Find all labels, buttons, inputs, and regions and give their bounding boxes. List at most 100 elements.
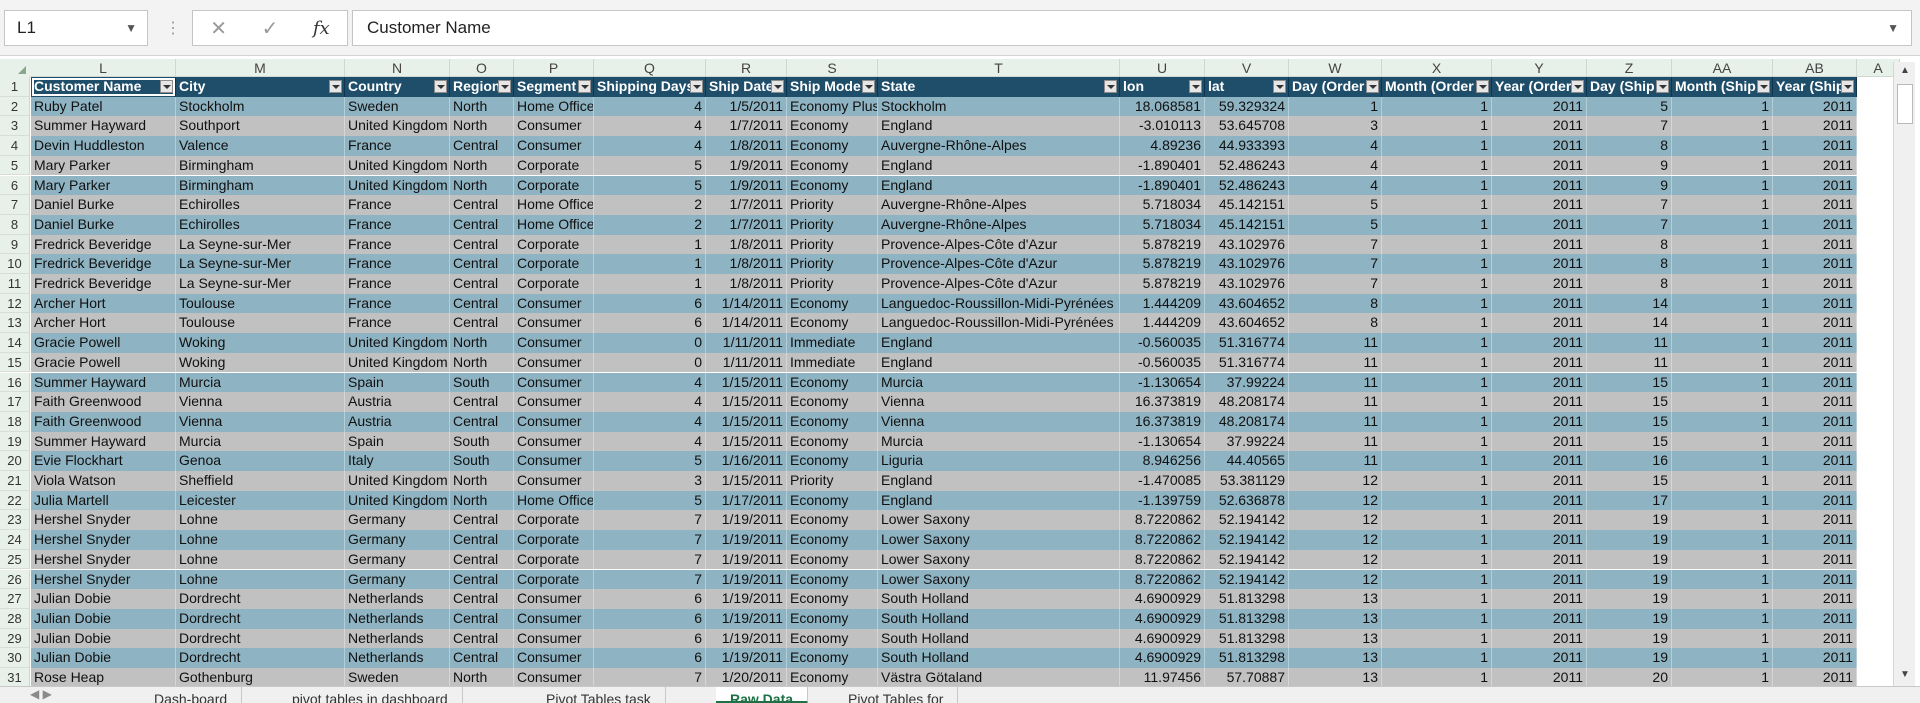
table-cell[interactable]: Economy (787, 155, 878, 176)
table-cell[interactable]: Fredrick Beveridge (31, 274, 176, 294)
table-cell[interactable]: 48.208174 (1205, 411, 1289, 432)
table-cell[interactable]: 11.97456 (1120, 668, 1205, 688)
table-cell[interactable]: Vienna (878, 392, 1120, 412)
header-cell[interactable]: lon (1120, 77, 1205, 97)
table-cell[interactable]: 4 (594, 411, 706, 432)
table-cell[interactable]: 14 (1587, 293, 1672, 314)
filter-dropdown-icon[interactable] (771, 80, 784, 93)
table-cell[interactable]: France (345, 214, 450, 235)
table-cell[interactable]: France (345, 293, 450, 314)
table-cell[interactable]: 1 (1672, 254, 1773, 274)
table-cell[interactable]: 51.316774 (1205, 352, 1289, 373)
table-cell[interactable]: Central (450, 214, 514, 235)
table-cell[interactable]: 11 (1587, 333, 1672, 353)
table-cell[interactable]: 1 (1382, 313, 1492, 334)
table-cell[interactable]: Italy (345, 451, 450, 471)
table-cell[interactable]: 1 (1672, 136, 1773, 156)
table-cell[interactable]: 1 (1382, 175, 1492, 196)
table-cell[interactable]: 1 (594, 254, 706, 274)
table-cell[interactable]: 1/7/2011 (706, 214, 787, 235)
table-cell[interactable]: Immediate (787, 352, 878, 373)
table-cell[interactable]: 1/7/2011 (706, 195, 787, 215)
table-cell[interactable]: Economy (787, 116, 878, 137)
table-cell[interactable]: 2011 (1492, 293, 1587, 314)
table-cell[interactable]: France (345, 274, 450, 294)
table-cell[interactable]: Consumer (514, 589, 594, 609)
table-cell[interactable]: 43.102976 (1205, 274, 1289, 294)
table-cell[interactable]: 8 (1587, 254, 1672, 274)
table-cell[interactable]: Gracie Powell (31, 352, 176, 373)
table-cell[interactable]: 4.89236 (1120, 136, 1205, 156)
table-cell[interactable]: Hershel Snyder (31, 510, 176, 531)
table-cell[interactable]: Economy (787, 392, 878, 412)
table-cell[interactable]: Central (450, 254, 514, 274)
table-cell[interactable]: 1 (1672, 293, 1773, 314)
header-cell[interactable]: Day (Order (1289, 77, 1382, 97)
table-cell[interactable]: Daniel Burke (31, 195, 176, 215)
table-cell[interactable]: 1/15/2011 (706, 392, 787, 412)
insert-function-icon[interactable]: fx (313, 18, 330, 39)
table-cell[interactable]: 12 (1289, 549, 1382, 570)
column-header-w[interactable]: W (1289, 59, 1382, 77)
table-cell[interactable]: Central (450, 589, 514, 609)
table-cell[interactable]: 1 (1382, 274, 1492, 294)
table-cell[interactable]: 2011 (1773, 530, 1857, 550)
scroll-thumb[interactable] (1897, 84, 1913, 124)
table-cell[interactable]: 53.381129 (1205, 471, 1289, 491)
table-cell[interactable]: Languedoc-Roussillon-Midi-Pyrénées (878, 313, 1120, 334)
table-cell[interactable]: 2011 (1773, 411, 1857, 432)
table-cell[interactable]: 1 (1382, 116, 1492, 137)
table-cell[interactable]: 16 (1587, 451, 1672, 471)
table-cell[interactable]: England (878, 471, 1120, 491)
table-cell[interactable]: 6 (594, 589, 706, 609)
table-cell[interactable]: 17 (1587, 490, 1672, 511)
table-cell[interactable]: 20 (1587, 668, 1672, 688)
table-cell[interactable]: 12 (1289, 530, 1382, 550)
table-cell[interactable]: Central (450, 628, 514, 649)
table-cell[interactable]: 8.7220862 (1120, 549, 1205, 570)
table-cell[interactable]: United Kingdom (345, 352, 450, 373)
table-cell[interactable]: Daniel Burke (31, 214, 176, 235)
table-cell[interactable]: Sheffield (176, 471, 345, 491)
table-cell[interactable]: Economy (787, 510, 878, 531)
table-cell[interactable]: 4.6900929 (1120, 589, 1205, 609)
table-cell[interactable]: 5 (1289, 214, 1382, 235)
table-cell[interactable]: 4 (594, 96, 706, 117)
table-cell[interactable]: 1 (1672, 490, 1773, 511)
table-cell[interactable]: Corporate (514, 254, 594, 274)
table-cell[interactable]: 1/9/2011 (706, 175, 787, 196)
table-cell[interactable]: 52.486243 (1205, 175, 1289, 196)
row-header[interactable]: 26 (0, 569, 30, 590)
table-cell[interactable]: 5.718034 (1120, 214, 1205, 235)
table-cell[interactable]: La Seyne-sur-Mer (176, 234, 345, 255)
row-header[interactable]: 7 (0, 195, 30, 215)
table-cell[interactable]: 1 (594, 234, 706, 255)
table-cell[interactable]: 11 (1289, 352, 1382, 373)
table-cell[interactable]: Lohne (176, 510, 345, 531)
table-cell[interactable]: 5.878219 (1120, 254, 1205, 274)
table-cell[interactable]: 6 (594, 608, 706, 629)
table-cell[interactable]: Leicester (176, 490, 345, 511)
table-cell[interactable]: 43.102976 (1205, 234, 1289, 255)
table-cell[interactable]: -1.130654 (1120, 372, 1205, 393)
table-cell[interactable]: 19 (1587, 608, 1672, 629)
table-cell[interactable]: 2011 (1773, 431, 1857, 452)
table-cell[interactable]: Priority (787, 274, 878, 294)
header-cell[interactable]: Region (450, 77, 514, 97)
table-cell[interactable]: -3.010113 (1120, 116, 1205, 137)
table-cell[interactable]: 4 (1289, 155, 1382, 176)
table-cell[interactable]: France (345, 254, 450, 274)
table-cell[interactable]: 6 (594, 293, 706, 314)
table-cell[interactable]: 2011 (1773, 589, 1857, 609)
table-cell[interactable]: United Kingdom (345, 116, 450, 137)
table-cell[interactable]: Economy (787, 372, 878, 393)
table-cell[interactable]: 5.878219 (1120, 274, 1205, 294)
table-cell[interactable]: Economy (787, 648, 878, 668)
table-cell[interactable]: 5 (594, 490, 706, 511)
table-cell[interactable]: 1/19/2011 (706, 589, 787, 609)
table-cell[interactable]: -1.890401 (1120, 155, 1205, 176)
table-cell[interactable]: 2011 (1492, 234, 1587, 255)
table-cell[interactable]: Vienna (176, 392, 345, 412)
table-cell[interactable]: 7 (1289, 274, 1382, 294)
table-cell[interactable]: Mary Parker (31, 155, 176, 176)
